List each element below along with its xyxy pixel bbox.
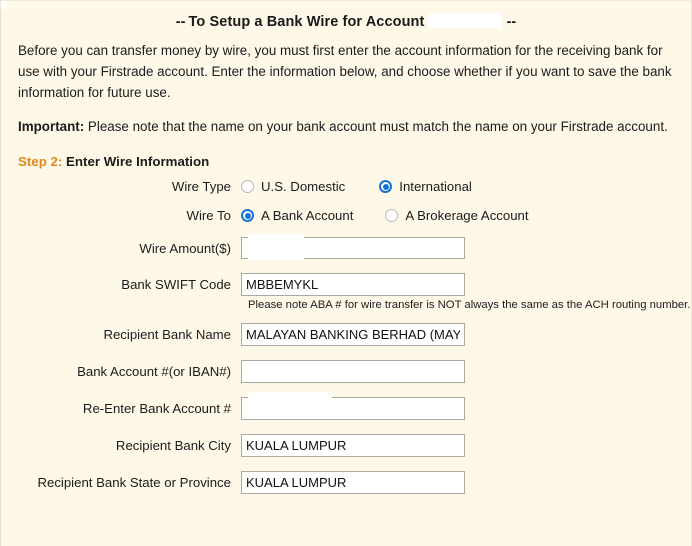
- wire-to-label: Wire To: [186, 208, 231, 223]
- radio-option-brokerage-account[interactable]: A Brokerage Account: [385, 208, 529, 223]
- radio-label-bank-account: A Bank Account: [261, 208, 354, 223]
- important-text: Please note that the name on your bank a…: [84, 119, 668, 134]
- step-title: Enter Wire Information: [62, 154, 210, 169]
- page-title: -- To Setup a Bank Wire for Account --: [1, 1, 691, 34]
- form-row-bank-swift-code: Bank SWIFT Code: [1, 273, 691, 296]
- wire-type-label: Wire Type: [171, 179, 231, 194]
- title-dashes-right: --: [506, 14, 517, 30]
- bank-account-number-input[interactable]: [241, 360, 465, 383]
- wire-amount-input[interactable]: [241, 237, 465, 259]
- radio-option-us-domestic[interactable]: U.S. Domestic: [241, 179, 345, 194]
- recipient-bank-state-label: Recipient Bank State or Province: [37, 475, 231, 490]
- radio-label-brokerage-account: A Brokerage Account: [405, 208, 529, 223]
- recipient-bank-city-label: Recipient Bank City: [115, 438, 231, 453]
- bank-account-number-label: Bank Account #(or IBAN#): [77, 364, 231, 379]
- recipient-bank-state-input[interactable]: [241, 471, 465, 494]
- recipient-bank-name-input[interactable]: [241, 323, 465, 346]
- form-row-wire-type: Wire Type U.S. Domestic International: [1, 179, 691, 194]
- radio-label-international: International: [399, 179, 472, 194]
- form-row-bank-account-number: Bank Account #(or IBAN#): [1, 360, 691, 383]
- intro-paragraph: Before you can transfer money by wire, y…: [18, 43, 672, 100]
- radio-circle-icon[interactable]: [241, 180, 254, 193]
- reenter-bank-account-number-label: Re-Enter Bank Account #: [82, 401, 231, 416]
- reenter-bank-account-number-input[interactable]: [241, 397, 465, 420]
- radio-option-international[interactable]: International: [379, 179, 472, 194]
- form-row-recipient-bank-state: Recipient Bank State or Province: [1, 471, 691, 494]
- form-row-reenter-bank-account-number: Re-Enter Bank Account #: [1, 392, 691, 420]
- bank-swift-code-label: Bank SWIFT Code: [121, 277, 231, 292]
- radio-label-us-domestic: U.S. Domestic: [261, 179, 346, 194]
- form-row-wire-to: Wire To A Bank Account A Brokerage Accou…: [1, 208, 691, 223]
- radio-option-bank-account[interactable]: A Bank Account: [241, 208, 353, 223]
- page-title-text: To Setup a Bank Wire for Account: [188, 14, 425, 30]
- wire-amount-label: Wire Amount($): [139, 240, 231, 256]
- wire-setup-page: -- To Setup a Bank Wire for Account -- Bef…: [0, 0, 692, 546]
- wire-to-radio-group: A Bank Account A Brokerage Account: [241, 208, 539, 223]
- form-row-wire-amount: Wire Amount($): [1, 234, 691, 260]
- important-label: Important:: [18, 119, 85, 134]
- wire-information-form: Wire Type U.S. Domestic International Wi…: [1, 179, 691, 494]
- wire-type-radio-group: U.S. Domestic International: [241, 179, 482, 194]
- recipient-bank-city-input[interactable]: [241, 434, 465, 457]
- title-dashes-left: --: [175, 14, 186, 30]
- account-number-redaction: [428, 13, 503, 28]
- step-number: Step 2:: [18, 154, 63, 169]
- bank-swift-code-input[interactable]: [241, 273, 465, 296]
- form-row-recipient-bank-city: Recipient Bank City: [1, 434, 691, 457]
- recipient-bank-name-label: Recipient Bank Name: [103, 327, 231, 342]
- radio-circle-selected-icon[interactable]: [241, 209, 254, 222]
- form-row-recipient-bank-name: Recipient Bank Name: [1, 323, 691, 346]
- radio-circle-selected-icon[interactable]: [379, 180, 393, 193]
- step-heading: Step 2: Enter Wire Information: [1, 137, 691, 169]
- swift-hint-text: Please note ABA # for wire transfer is N…: [248, 299, 691, 311]
- important-note: Important: Please note that the name on …: [1, 103, 691, 137]
- radio-circle-icon[interactable]: [385, 209, 399, 222]
